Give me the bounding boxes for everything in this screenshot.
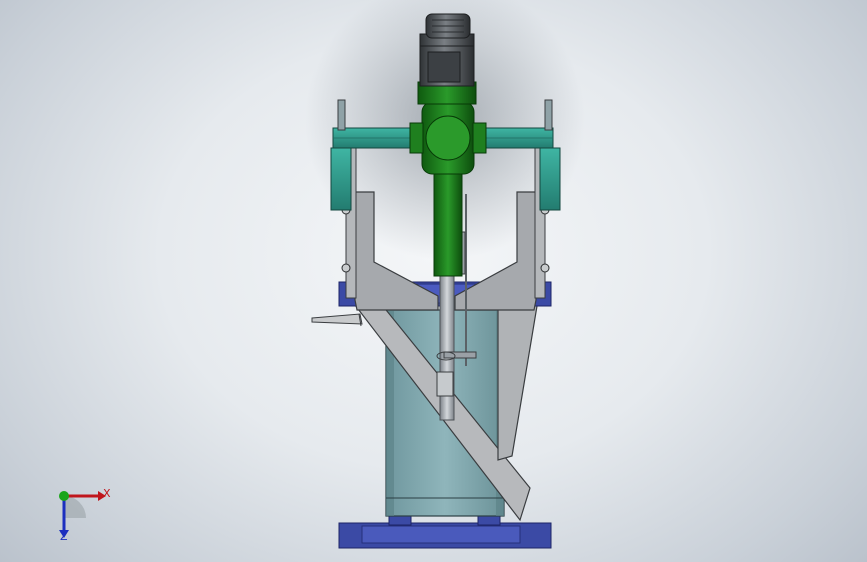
- z-axis-label: Z: [60, 530, 68, 543]
- x-axis-label: X: [103, 487, 111, 500]
- cad-viewport[interactable]: X Z: [0, 0, 867, 562]
- mixer-assembly-model[interactable]: [0, 0, 867, 562]
- motor-housing[interactable]: [419, 33, 475, 87]
- bolt-left-lower: [341, 263, 351, 273]
- motor-fan-cap[interactable]: [425, 13, 471, 39]
- bolt-right-lower: [540, 263, 550, 273]
- y-axis-marker: [59, 491, 69, 501]
